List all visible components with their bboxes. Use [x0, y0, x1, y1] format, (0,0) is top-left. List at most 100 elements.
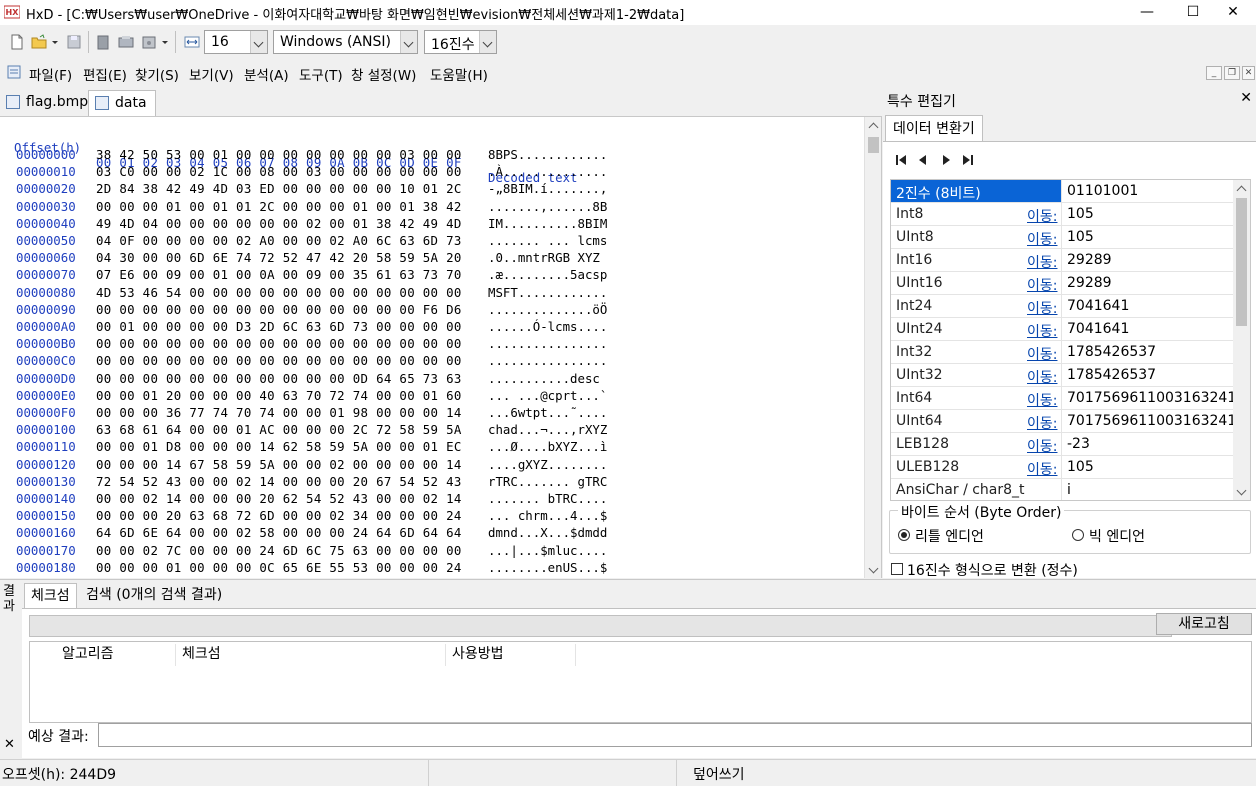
menu-edit[interactable]: 편집(E) [83, 64, 127, 84]
offset-cell[interactable]: 00000100 [16, 422, 76, 437]
conversion-scrollbar[interactable] [1233, 180, 1250, 500]
tab-data-inspector[interactable]: 데이터 변환기 [885, 115, 983, 142]
little-endian-radio[interactable]: 리틀 엔디언 [898, 526, 984, 546]
data-value[interactable]: -23 [1067, 436, 1090, 452]
go-to-link[interactable]: 이동: [1027, 390, 1057, 410]
go-to-link[interactable]: 이동: [1027, 252, 1057, 272]
new-file-icon[interactable] [9, 34, 25, 50]
data-value[interactable]: 1785426537 [1067, 367, 1156, 383]
conversion-row[interactable]: UInt8 이동: 105 [891, 226, 1234, 249]
go-to-link[interactable]: 이동: [1027, 459, 1057, 479]
decoded-text-cell[interactable]: ....gXYZ........ [488, 457, 607, 472]
data-value[interactable]: 29289 [1067, 252, 1112, 268]
offset-cell[interactable]: 00000060 [16, 250, 76, 265]
column-checksum[interactable]: 체크섬 [176, 644, 446, 666]
menu-help[interactable]: 도움말(H) [430, 64, 488, 84]
data-value[interactable]: 7041641 [1067, 321, 1129, 337]
save-icon[interactable] [66, 34, 82, 50]
conversion-row[interactable]: Int8 이동: 105 [891, 203, 1234, 226]
charset-select[interactable]: Windows (ANSI) [273, 30, 418, 54]
offset-cell[interactable]: 00000000 [16, 147, 76, 162]
hex-bytes-cell[interactable]: 00 00 00 01 00 01 01 2C 00 00 00 01 00 0… [96, 199, 462, 214]
hex-bytes-cell[interactable]: 00 00 00 36 77 74 70 74 00 00 01 98 00 0… [96, 405, 462, 420]
conversion-row[interactable]: UInt24 이동: 7041641 [891, 318, 1234, 341]
decoded-text-cell[interactable]: .....G.I.M.P. .b [488, 577, 607, 578]
close-icon[interactable]: ✕ [1240, 90, 1252, 106]
data-value[interactable]: 7017569611003163241 [1067, 390, 1236, 406]
expected-result-input[interactable] [98, 723, 1252, 747]
chevron-down-icon[interactable] [479, 31, 496, 53]
go-to-link[interactable]: 이동: [1027, 275, 1057, 295]
data-value[interactable]: 105 [1067, 459, 1094, 475]
conversion-row[interactable]: ULEB128 이동: 105 [891, 456, 1234, 479]
decoded-text-cell[interactable]: .æ.........5acsp [488, 267, 607, 282]
decoded-text-cell[interactable]: MSFT............ [488, 285, 607, 300]
hex-bytes-cell[interactable]: 00 00 00 20 63 68 72 6D 00 00 02 34 00 0… [96, 508, 462, 523]
hex-bytes-cell[interactable]: 00 00 02 7C 00 00 00 24 6D 6C 75 63 00 0… [96, 543, 462, 558]
hex-bytes-cell[interactable]: 00 00 00 00 00 00 00 00 00 00 00 00 00 0… [96, 302, 462, 317]
decoded-text-cell[interactable]: ....... bTRC.... [488, 491, 607, 506]
go-to-link[interactable]: 이동: [1027, 436, 1057, 456]
hex-bytes-cell[interactable]: 04 0F 00 00 00 00 02 A0 00 00 02 A0 6C 6… [96, 233, 462, 248]
decoded-text-cell[interactable]: .À.............. [488, 164, 607, 179]
last-icon[interactable] [960, 152, 976, 168]
menu-window[interactable]: 창 설정(W) [351, 64, 416, 84]
bytes-per-row-select[interactable]: 16 [204, 30, 268, 54]
hex-bytes-cell[interactable]: 63 68 61 64 00 00 01 AC 00 00 00 2C 72 5… [96, 422, 462, 437]
offset-cell[interactable]: 00000150 [16, 508, 76, 523]
algorithm-select[interactable] [29, 615, 1172, 637]
chevron-down-icon[interactable] [250, 31, 267, 53]
hex-bytes-cell[interactable]: 04 30 00 00 6D 6E 74 72 52 47 42 20 58 5… [96, 250, 462, 265]
hex-bytes-cell[interactable]: 64 6D 6E 64 00 00 02 58 00 00 00 24 64 6… [96, 525, 462, 540]
decoded-text-cell[interactable]: -„8BIM.í......., [488, 181, 607, 196]
decoded-text-cell[interactable]: rTRC....... gTRC [488, 474, 607, 489]
conversion-row[interactable]: Int64 이동: 7017569611003163241 [891, 387, 1236, 410]
hex-bytes-cell[interactable]: 00 00 00 00 00 00 00 00 00 00 00 00 00 0… [96, 336, 462, 351]
radio-selected-icon[interactable] [898, 529, 910, 541]
offset-cell[interactable]: 000000F0 [16, 405, 76, 420]
offset-cell[interactable]: 00000140 [16, 491, 76, 506]
data-value[interactable]: 7041641 [1067, 298, 1129, 314]
column-usage[interactable]: 사용방법 [446, 644, 576, 666]
decoded-text-cell[interactable]: ...........desc [488, 371, 600, 386]
go-to-link[interactable]: 이동: [1027, 229, 1057, 249]
hex-bytes-cell[interactable]: 00 00 01 20 00 00 00 40 63 70 72 74 00 0… [96, 388, 462, 403]
offset-cell[interactable]: 00000080 [16, 285, 76, 300]
conversion-row[interactable]: AnsiChar / char8_t i [891, 479, 1234, 500]
tab-search-results[interactable]: 검색 (0개의 검색 결과) [80, 583, 228, 608]
go-to-link[interactable]: 이동: [1027, 344, 1057, 364]
close-button[interactable]: ✕ [1210, 0, 1256, 25]
go-to-link[interactable]: 이동: [1027, 367, 1057, 387]
open-dropdown-icon[interactable] [50, 34, 60, 50]
decoded-text-cell[interactable]: ................ [488, 353, 607, 368]
menu-search[interactable]: 찾기(S) [135, 64, 179, 84]
offset-cell[interactable]: 00000040 [16, 216, 76, 231]
decoded-text-cell[interactable]: ................ [488, 336, 607, 351]
disk-icon[interactable] [141, 34, 157, 50]
decoded-text-cell[interactable]: ..............öÖ [488, 302, 607, 317]
next-icon[interactable] [938, 152, 954, 168]
scroll-up-icon[interactable] [865, 118, 881, 132]
data-value[interactable]: 105 [1067, 206, 1094, 222]
decoded-text-cell[interactable]: ......Ó-lcms.... [488, 319, 607, 334]
hex-bytes-cell[interactable]: 07 E6 00 09 00 01 00 0A 00 09 00 35 61 6… [96, 267, 462, 282]
close-icon[interactable]: ✕ [4, 737, 15, 752]
mdi-minimize-icon[interactable]: _ [1206, 66, 1222, 80]
open-folder-icon[interactable] [31, 34, 47, 50]
hex-bytes-cell[interactable]: 00 01 00 00 00 00 D3 2D 6C 63 6D 73 00 0… [96, 319, 462, 334]
decoded-text-cell[interactable]: .0..mntrRGB XYZ [488, 250, 607, 265]
hex-bytes-cell[interactable]: 2D 84 38 42 49 4D 03 ED 00 00 00 00 00 1… [96, 181, 462, 196]
scroll-up-icon[interactable] [1233, 181, 1250, 195]
scroll-down-icon[interactable] [865, 563, 881, 577]
menu-tools[interactable]: 도구(T) [299, 64, 343, 84]
decoded-text-cell[interactable]: .......,......8B [488, 199, 607, 214]
offset-cell[interactable]: 00000130 [16, 474, 76, 489]
hex-bytes-cell[interactable]: 49 4D 04 00 00 00 00 00 00 02 00 01 38 4… [96, 216, 462, 231]
decoded-text-cell[interactable]: ........enUS...$ [488, 560, 607, 575]
conversion-row[interactable]: Int16 이동: 29289 [891, 249, 1234, 272]
data-value[interactable]: 1785426537 [1067, 344, 1156, 360]
hex-bytes-cell[interactable]: 4D 53 46 54 00 00 00 00 00 00 00 00 00 0… [96, 285, 462, 300]
decoded-text-cell[interactable]: ...6wtpt...˜.... [488, 405, 607, 420]
decoded-text-cell[interactable]: chad...¬...,rXYZ [488, 422, 607, 437]
offset-cell[interactable]: 00000120 [16, 457, 76, 472]
